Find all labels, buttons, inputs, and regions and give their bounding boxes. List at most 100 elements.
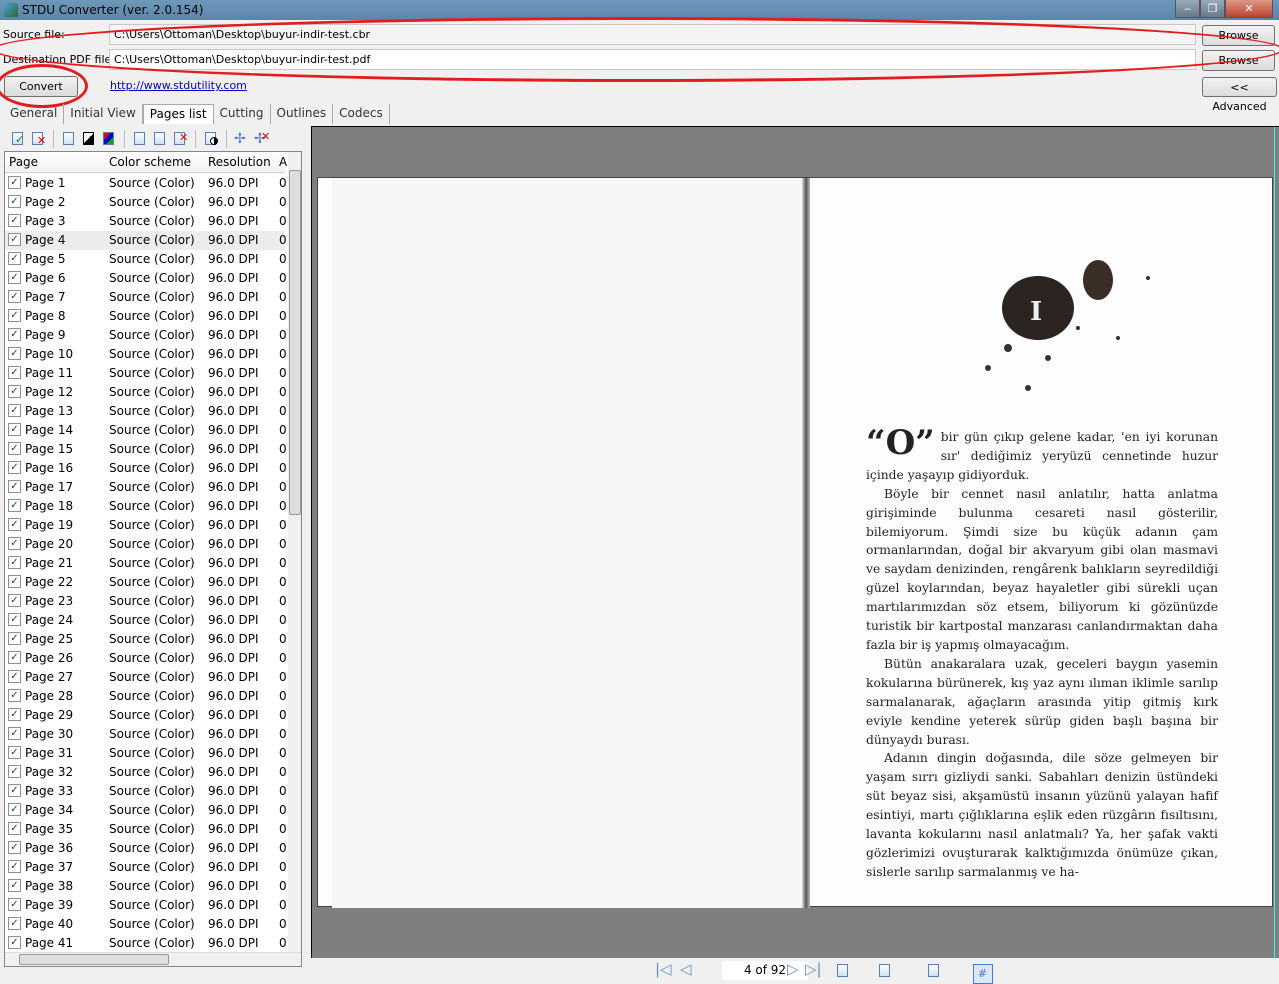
cell-color-scheme[interactable]: Source (Color) <box>109 841 195 855</box>
cell-resolution[interactable]: 96.0 DPI <box>208 803 259 817</box>
cell-color-scheme[interactable]: Source (Color) <box>109 632 195 646</box>
cell-resolution[interactable]: 96.0 DPI <box>208 423 259 437</box>
contrast-icon[interactable] <box>203 131 219 147</box>
table-row[interactable]: ✓ Page 29 Source (Color) 96.0 DPI 0 <box>5 706 287 725</box>
cell-color-scheme[interactable]: Source (Color) <box>109 214 195 228</box>
table-row[interactable]: ✓ Page 8 Source (Color) 96.0 DPI 0 <box>5 307 287 326</box>
cell-resolution[interactable]: 96.0 DPI <box>208 271 259 285</box>
table-row[interactable]: ✓ Page 39 Source (Color) 96.0 DPI 0 <box>5 896 287 915</box>
cell-color-scheme[interactable]: Source (Color) <box>109 822 195 836</box>
table-row[interactable]: ✓ Page 35 Source (Color) 96.0 DPI 0 <box>5 820 287 839</box>
row-checkbox[interactable]: ✓ <box>8 898 21 911</box>
table-row[interactable]: ✓ Page 12 Source (Color) 96.0 DPI 0 <box>5 383 287 402</box>
cell-resolution[interactable]: 96.0 DPI <box>208 461 259 475</box>
cell-color-scheme[interactable]: Source (Color) <box>109 366 195 380</box>
crop-grid-icon[interactable]: # <box>972 964 993 984</box>
row-checkbox[interactable]: ✓ <box>8 423 21 436</box>
row-checkbox[interactable]: ✓ <box>8 480 21 493</box>
row-checkbox[interactable]: ✓ <box>8 689 21 702</box>
cell-resolution[interactable]: 96.0 DPI <box>208 328 259 342</box>
reset-rotation-icon[interactable]: ✕ <box>172 131 188 147</box>
cell-color-scheme[interactable]: Source (Color) <box>109 556 195 570</box>
cell-color-scheme[interactable]: Source (Color) <box>109 670 195 684</box>
cell-color-scheme[interactable]: Source (Color) <box>109 727 195 741</box>
tab-cutting[interactable]: Cutting <box>214 104 271 124</box>
cell-color-scheme[interactable]: Source (Color) <box>109 233 195 247</box>
table-row[interactable]: ✓ Page 9 Source (Color) 96.0 DPI 0 <box>5 326 287 345</box>
table-row[interactable]: ✓ Page 41 Source (Color) 96.0 DPI 0 <box>5 934 287 953</box>
cell-resolution[interactable]: 96.0 DPI <box>208 499 259 513</box>
column-header-page[interactable]: Page <box>9 155 38 169</box>
table-row[interactable]: ✓ Page 5 Source (Color) 96.0 DPI 0 <box>5 250 287 269</box>
tab-general[interactable]: General <box>4 104 65 124</box>
table-row[interactable]: ✓ Page 11 Source (Color) 96.0 DPI 0 <box>5 364 287 383</box>
row-checkbox[interactable]: ✓ <box>8 499 21 512</box>
cell-color-scheme[interactable]: Source (Color) <box>109 252 195 266</box>
cell-color-scheme[interactable]: Source (Color) <box>109 860 195 874</box>
page-viewer[interactable]: I “O” bir gün çıkıp gelene kadar, 'en iyi… <box>311 126 1279 959</box>
cell-resolution[interactable]: 96.0 DPI <box>208 347 259 361</box>
cell-resolution[interactable]: 96.0 DPI <box>208 613 259 627</box>
row-checkbox[interactable]: ✓ <box>8 290 21 303</box>
remove-crop-icon[interactable]: ✢ ✕ <box>254 130 270 147</box>
cell-color-scheme[interactable]: Source (Color) <box>109 708 195 722</box>
row-checkbox[interactable]: ✓ <box>8 214 21 227</box>
table-row[interactable]: ✓ Page 26 Source (Color) 96.0 DPI 0 <box>5 649 287 668</box>
tab-codecs[interactable]: Codecs <box>333 104 390 124</box>
column-header-a[interactable]: A <box>279 155 287 169</box>
color-source-icon[interactable] <box>61 131 77 147</box>
cell-color-scheme[interactable]: Source (Color) <box>109 936 195 950</box>
row-checkbox[interactable]: ✓ <box>8 404 21 417</box>
row-checkbox[interactable]: ✓ <box>8 917 21 930</box>
table-row[interactable]: ✓ Page 22 Source (Color) 96.0 DPI 0 <box>5 573 287 592</box>
table-row[interactable]: ✓ Page 30 Source (Color) 96.0 DPI 0 <box>5 725 287 744</box>
cell-color-scheme[interactable]: Source (Color) <box>109 423 195 437</box>
table-row[interactable]: ✓ Page 40 Source (Color) 96.0 DPI 0 <box>5 915 287 934</box>
cell-resolution[interactable]: 96.0 DPI <box>208 898 259 912</box>
cell-resolution[interactable]: 96.0 DPI <box>208 727 259 741</box>
table-row[interactable]: ✓ Page 2 Source (Color) 96.0 DPI 0 <box>5 193 287 212</box>
next-page-icon[interactable]: ▷ <box>787 960 799 978</box>
row-checkbox[interactable]: ✓ <box>8 366 21 379</box>
row-checkbox[interactable]: ✓ <box>8 765 21 778</box>
table-row[interactable]: ✓ Page 4 Source (Color) 96.0 DPI 0 <box>5 231 287 250</box>
cell-color-scheme[interactable]: Source (Color) <box>109 442 195 456</box>
cell-color-scheme[interactable]: Source (Color) <box>109 765 195 779</box>
browse-source-button[interactable]: Browse <box>1202 25 1275 46</box>
row-checkbox[interactable]: ✓ <box>8 651 21 664</box>
cell-resolution[interactable]: 96.0 DPI <box>208 860 259 874</box>
row-checkbox[interactable]: ✓ <box>8 746 21 759</box>
row-checkbox[interactable]: ✓ <box>8 803 21 816</box>
scroll-thumb[interactable] <box>289 170 301 515</box>
table-row[interactable]: ✓ Page 19 Source (Color) 96.0 DPI 0 <box>5 516 287 535</box>
row-checkbox[interactable]: ✓ <box>8 556 21 569</box>
table-row[interactable]: ✓ Page 27 Source (Color) 96.0 DPI 0 <box>5 668 287 687</box>
cell-resolution[interactable]: 96.0 DPI <box>208 670 259 684</box>
row-checkbox[interactable]: ✓ <box>8 575 21 588</box>
table-row[interactable]: ✓ Page 20 Source (Color) 96.0 DPI 0 <box>5 535 287 554</box>
cell-resolution[interactable]: 96.0 DPI <box>208 765 259 779</box>
row-checkbox[interactable]: ✓ <box>8 841 21 854</box>
cell-resolution[interactable]: 96.0 DPI <box>208 841 259 855</box>
first-page-icon[interactable]: |◁ <box>655 960 672 978</box>
pages-list[interactable]: Page Color scheme Resolution A ✓ Page 1 … <box>4 151 302 967</box>
table-row[interactable]: ✓ Page 31 Source (Color) 96.0 DPI 0 <box>5 744 287 763</box>
previous-page-icon[interactable]: ◁ <box>680 960 692 978</box>
website-link[interactable]: http://www.stdutility.com <box>110 79 247 92</box>
cell-color-scheme[interactable]: Source (Color) <box>109 575 195 589</box>
cell-color-scheme[interactable]: Source (Color) <box>109 917 195 931</box>
cell-color-scheme[interactable]: Source (Color) <box>109 328 195 342</box>
cell-resolution[interactable]: 96.0 DPI <box>208 195 259 209</box>
check-all-icon[interactable]: ✓ <box>10 131 26 147</box>
row-checkbox[interactable]: ✓ <box>8 176 21 189</box>
cell-color-scheme[interactable]: Source (Color) <box>109 651 195 665</box>
table-row[interactable]: ✓ Page 16 Source (Color) 96.0 DPI 0 <box>5 459 287 478</box>
row-checkbox[interactable]: ✓ <box>8 822 21 835</box>
row-checkbox[interactable]: ✓ <box>8 252 21 265</box>
row-checkbox[interactable]: ✓ <box>8 879 21 892</box>
cell-color-scheme[interactable]: Source (Color) <box>109 461 195 475</box>
column-header-resolution[interactable]: Resolution <box>208 155 271 169</box>
cell-resolution[interactable]: 96.0 DPI <box>208 917 259 931</box>
table-row[interactable]: ✓ Page 36 Source (Color) 96.0 DPI 0 <box>5 839 287 858</box>
row-checkbox[interactable]: ✓ <box>8 537 21 550</box>
